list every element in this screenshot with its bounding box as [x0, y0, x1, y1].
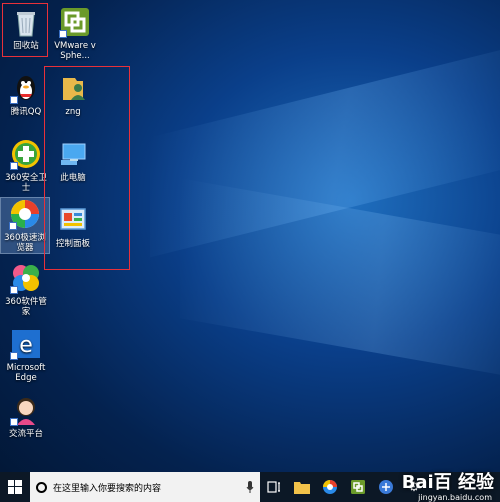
desktop-icon-360-security[interactable]: 360安全卫士 — [3, 138, 49, 193]
search-placeholder: 在这里输入你要搜索的内容 — [53, 483, 162, 494]
svg-text:e: e — [19, 333, 33, 358]
microphone-icon[interactable] — [246, 481, 254, 493]
vmware-icon — [351, 480, 365, 494]
desktop-icon-label: Microsoft Edge — [6, 363, 46, 383]
desktop-icon-label: 360极速浏览器 — [4, 233, 46, 253]
desktop-icon-label: 交流平台 — [8, 429, 43, 439]
task-view-button[interactable] — [260, 472, 288, 502]
shortcut-arrow-icon — [10, 286, 18, 294]
shortcut-arrow-icon — [10, 352, 18, 360]
shortcut-arrow-icon — [10, 418, 18, 426]
desktop-icon-label: 360软件管家 — [5, 297, 47, 317]
file-explorer-button[interactable] — [288, 472, 316, 502]
task-view-icon — [267, 481, 280, 493]
desktop-icon-label: 腾讯QQ — [10, 107, 42, 117]
360-security-icon — [10, 138, 42, 170]
avatar-girl-icon — [10, 394, 42, 426]
windows-logo-icon — [8, 480, 22, 494]
360-browser-icon — [9, 198, 41, 230]
highlight-box — [2, 3, 48, 57]
desktop-icon-qq[interactable]: 腾讯QQ — [3, 72, 49, 117]
360-software-manager-icon — [10, 262, 42, 294]
baidu-jingyan-watermark: Bai百 经验 jingyan.baidu.com — [401, 468, 494, 502]
highlight-box — [44, 66, 130, 270]
edge-icon: e — [10, 328, 42, 360]
watermark-url: jingyan.baidu.com — [418, 493, 492, 502]
desktop-icon-vmware[interactable]: VMware vSphe... — [52, 6, 98, 61]
network-app-icon — [379, 480, 393, 494]
taskbar-360-browser[interactable] — [316, 472, 344, 502]
desktop-icon-360-software-manager[interactable]: 360软件管家 — [3, 262, 49, 317]
qq-penguin-icon — [10, 72, 42, 104]
taskbar-search-box[interactable]: 在这里输入你要搜索的内容 — [30, 472, 260, 502]
wallpaper-light-beam — [150, 42, 500, 258]
desktop-icon-chat-platform[interactable]: 交流平台 — [3, 394, 49, 439]
shortcut-arrow-icon — [59, 30, 67, 38]
wallpaper-light-beam — [180, 178, 500, 382]
folder-icon — [294, 481, 310, 494]
desktop-icon-edge[interactable]: e Microsoft Edge — [3, 328, 49, 383]
shortcut-arrow-icon — [10, 96, 18, 104]
desktop-icon-label: VMware vSphe... — [54, 41, 96, 61]
360-browser-icon — [323, 480, 337, 494]
taskbar-app[interactable] — [372, 472, 400, 502]
start-button[interactable] — [0, 472, 30, 502]
vmware-icon — [59, 6, 91, 38]
watermark-brand: Bai百 经验 — [401, 472, 494, 493]
taskbar-vmware[interactable] — [344, 472, 372, 502]
cortana-circle-icon — [36, 481, 47, 493]
shortcut-arrow-icon — [9, 222, 17, 230]
shortcut-arrow-icon — [10, 162, 18, 170]
desktop-icon-label: 360安全卫士 — [5, 173, 47, 193]
desktop-icon-360-browser[interactable]: 360极速浏览器 — [0, 197, 50, 254]
